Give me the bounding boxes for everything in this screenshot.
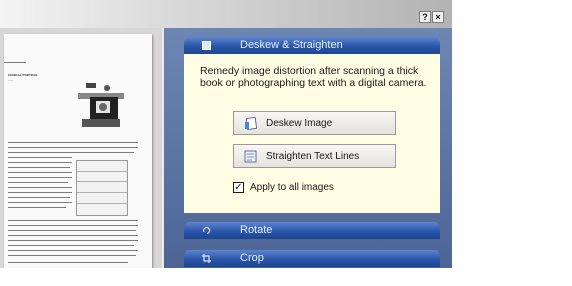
deskew-section-title: Deskew & Straighten [240,39,343,51]
apply-to-all-checkbox[interactable]: ✓ [233,182,244,193]
text-line [8,240,138,241]
table-rule [77,192,127,193]
text-line [8,177,72,178]
text-line [8,235,138,236]
scanned-page-thumbnail: CONICAL PORTRAIL —— [4,34,152,268]
rotate-section-header[interactable]: Rotate [184,222,440,239]
deskew-section-icon [202,41,211,50]
text-line [8,250,138,251]
text-line [8,152,134,153]
close-button[interactable]: × [432,11,444,23]
straighten-text-icon [244,150,257,163]
text-line [8,172,72,173]
text-line [8,162,72,163]
crop-section-title: Crop [240,252,264,264]
table-rule [77,203,127,204]
rotate-icon [203,227,211,235]
title-bar[interactable]: ? × [0,0,452,28]
table-rule [77,181,127,182]
deskew-section-body: Remedy image distortion after scanning a… [184,54,440,213]
apply-to-all-label[interactable]: Apply to all images [250,182,334,193]
deskew-section-header[interactable]: Deskew & Straighten [184,37,440,54]
text-line [8,230,136,231]
page-heading: CONICAL PORTRAIL [8,73,38,77]
text-line [8,207,66,208]
deskew-description: Remedy image distortion after scanning a… [200,65,427,89]
text-line [8,220,138,221]
help-button[interactable]: ? [419,11,431,23]
text-line [8,167,70,168]
task-pane: Deskew & Straighten Remedy image distort… [164,28,452,268]
text-line [8,245,134,246]
text-line [8,255,136,256]
deskew-image-button[interactable]: Deskew Image [233,111,396,135]
text-line [8,187,72,188]
text-line [8,262,128,263]
straighten-text-lines-button[interactable]: Straighten Text Lines [233,144,396,168]
text-line [8,182,68,183]
crop-section-header[interactable]: Crop [184,250,440,267]
text-line [8,202,72,203]
text-line [8,157,72,158]
text-line [8,192,72,193]
straighten-text-lines-label: Straighten Text Lines [266,151,360,162]
text-line [8,197,70,198]
page-preview-panel: CONICAL PORTRAIL —— [0,28,162,268]
page-table [76,160,128,216]
table-rule [77,171,127,172]
dialog-window: ? × CONICAL PORTRAIL —— Deskew & Straigh… [0,0,452,268]
text-line [4,62,26,63]
rotate-section-title: Rotate [240,224,273,236]
crop-icon [202,254,211,263]
page-photo [74,81,128,129]
deskew-image-icon [245,117,257,130]
text-line [8,142,138,143]
text-line [8,225,138,226]
page-subheading: —— [8,79,13,82]
text-line [8,147,138,148]
deskew-image-label: Deskew Image [266,118,333,129]
